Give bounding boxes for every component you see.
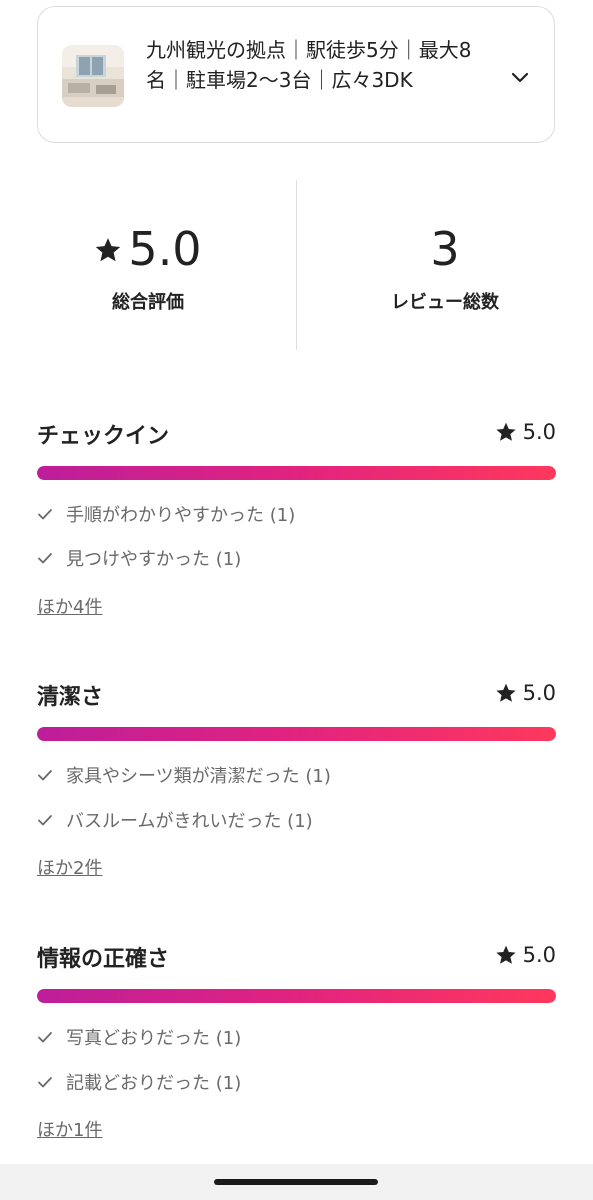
category-score-value: 5.0 [522, 420, 556, 444]
listing-thumbnail [62, 45, 124, 107]
review-tag: 記載どおりだった (1) [37, 1067, 241, 1097]
chevron-down-icon[interactable] [508, 65, 532, 89]
rating-bar [37, 727, 556, 741]
rating-bar [37, 989, 556, 1003]
review-tag: 家具やシーツ類が清潔だった (1) [37, 760, 331, 790]
check-icon [38, 1032, 52, 1043]
review-tag-label: 見つけやすかった (1) [66, 549, 242, 570]
check-icon [38, 1077, 52, 1088]
rating-bar-fill [37, 466, 556, 480]
overall-rating-label: 総合評価 [112, 292, 184, 313]
review-count-value: 3 [430, 222, 460, 276]
check-icon [38, 770, 52, 781]
category-score: 5.0 [495, 943, 556, 967]
category-score: 5.0 [495, 420, 556, 444]
review-tag: 見つけやすかった (1) [37, 543, 241, 573]
rating-bar [37, 466, 556, 480]
check-icon [38, 509, 52, 520]
review-tag: バスルームがきれいだった (1) [37, 805, 313, 835]
category-score: 5.0 [495, 681, 556, 705]
overall-rating: 5.0 総合評価 [0, 180, 296, 350]
category-title: チェックイン [37, 424, 170, 449]
review-tag: 手順がわかりやすかった (1) [37, 499, 295, 529]
review-tag-label: 記載どおりだった (1) [66, 1073, 242, 1094]
overall-rating-value: 5.0 [128, 222, 202, 276]
category-score-value: 5.0 [522, 943, 556, 967]
review-tag-label: 家具やシーツ類が清潔だった (1) [66, 766, 331, 787]
show-more-link[interactable]: ほか1件 [37, 1116, 102, 1142]
show-more-link[interactable]: ほか4件 [37, 593, 102, 619]
star-icon [495, 683, 516, 702]
category-cleanliness: 清潔さ 5.0 家具やシーツ類が清潔だった (1) バスルームがきれいだった (… [37, 677, 556, 879]
check-icon [38, 815, 52, 826]
rating-bar-fill [37, 989, 556, 1003]
listing-selector[interactable]: 九州観光の拠点｜駅徒歩5分｜最大8名｜駐車場2〜3台｜広々3DK [37, 6, 555, 143]
star-icon [495, 945, 516, 964]
star-icon [96, 238, 121, 262]
category-title: 清潔さ [37, 685, 104, 710]
check-icon [38, 553, 52, 564]
category-checkin: チェックイン 5.0 手順がわかりやすかった (1) 見つけやすかった (1) … [37, 416, 556, 618]
review-count: 3 レビュー総数 [297, 180, 593, 350]
review-tag-label: 写真どおりだった (1) [66, 1028, 242, 1049]
review-tag-label: バスルームがきれいだった (1) [66, 811, 313, 832]
review-count-label: レビュー総数 [391, 292, 499, 313]
rating-bar-fill [37, 727, 556, 741]
review-tag: 写真どおりだった (1) [37, 1022, 241, 1052]
category-title: 情報の正確さ [37, 947, 170, 972]
category-score-value: 5.0 [522, 681, 556, 705]
star-icon [495, 422, 516, 441]
rating-summary: 5.0 総合評価 3 レビュー総数 [0, 180, 593, 350]
category-accuracy: 情報の正確さ 5.0 写真どおりだった (1) 記載どおりだった (1) ほか1… [37, 939, 556, 1141]
listing-title: 九州観光の拠点｜駅徒歩5分｜最大8名｜駐車場2〜3台｜広々3DK [146, 38, 472, 92]
review-tag-label: 手順がわかりやすかった (1) [66, 505, 296, 526]
home-indicator[interactable] [214, 1179, 378, 1185]
show-more-link[interactable]: ほか2件 [37, 854, 102, 880]
